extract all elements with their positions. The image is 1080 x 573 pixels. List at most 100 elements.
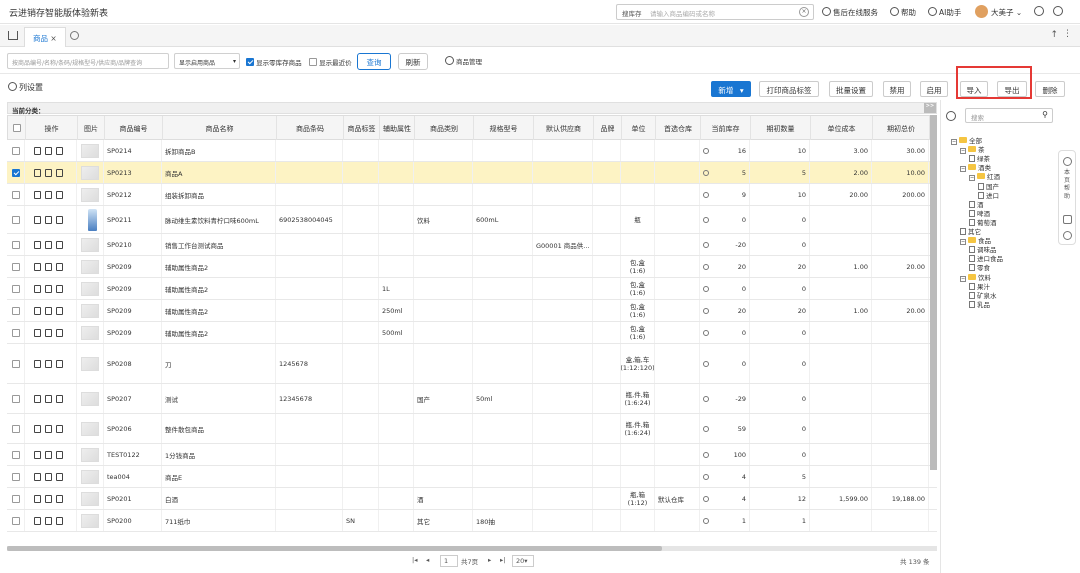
trash-icon[interactable] [56,328,63,337]
row-checkbox[interactable] [7,300,25,321]
vertical-scrollbar[interactable] [930,115,937,470]
copy-icon[interactable] [45,450,52,459]
copy-icon[interactable] [45,494,52,503]
trash-icon[interactable] [56,424,63,433]
edit-icon[interactable] [34,262,41,271]
global-search[interactable]: 搜库存 请输入商品编码或名称 × [616,4,814,20]
page-size-select[interactable]: 20▾ [512,555,534,567]
trash-icon[interactable] [56,190,63,199]
print-label-button[interactable]: 打印商品标签 [759,81,819,97]
search-icon[interactable] [703,517,709,524]
tree-search-input[interactable]: 搜索 ⚲ [965,108,1053,123]
search-icon[interactable] [703,216,709,223]
collapse-icon[interactable]: ↑ [1050,30,1058,40]
row-checkbox[interactable] [7,322,25,343]
copy-icon[interactable] [45,262,52,271]
edit-icon[interactable] [34,168,41,177]
trash-icon[interactable] [56,394,63,403]
checkbox-icon[interactable] [11,190,20,199]
column-header[interactable]: 当前库存 [701,116,751,141]
table-row[interactable]: SP0200 711纸巾 SN 其它 180抽 1 1 [7,510,937,532]
table-row[interactable]: SP0210 销售工作台测试商品 G00001 商品供... -20 0 [7,234,937,256]
trash-icon[interactable] [56,146,63,155]
search-icon[interactable] [703,241,709,248]
checkbox-icon[interactable] [11,494,20,503]
trash-icon[interactable] [56,516,63,525]
expand-tree-button[interactable]: >> [924,103,936,113]
checkbox-icon[interactable] [11,328,20,337]
scroll-thumb[interactable] [7,546,662,551]
product-image[interactable] [77,278,104,299]
row-checkbox[interactable] [7,278,25,299]
checkbox-icon[interactable] [11,215,20,224]
logout-icon[interactable] [1034,6,1044,16]
table-row[interactable]: SP0214 拆卸商品B 16 10 3.00 30.00 [7,140,937,162]
copy-icon[interactable] [45,394,52,403]
table-row[interactable]: TEST0122 1分钱商品 100 0 [7,444,937,466]
checkbox-checked-icon[interactable] [246,58,254,66]
copy-icon[interactable] [45,215,52,224]
select-all-checkbox[interactable] [8,116,26,141]
next-page-icon[interactable]: ▸ [488,556,491,564]
close-icon[interactable]: × [50,34,56,43]
table-row[interactable]: SP0207 测试 12345678 国产 50ml 瓶,件,箱(1:6:24) -29 0 [7,384,937,414]
keyword-input[interactable]: 按商品编号/名称/条码/规格型号/供应商/品牌查询 [7,53,169,69]
page-help-label[interactable]: 本页帮助 [1064,169,1072,201]
toggle-icon[interactable]: − [960,275,966,282]
edit-icon[interactable] [34,146,41,155]
ai-assistant-link[interactable]: AI助手 [928,7,961,18]
column-header[interactable]: 操作 [26,116,78,141]
edit-icon[interactable] [34,215,41,224]
page-input[interactable]: 1 [440,555,458,567]
row-checkbox[interactable] [7,206,25,233]
goods-manage-link[interactable]: 商品管理 [445,56,482,66]
product-image[interactable] [77,344,104,383]
trash-icon[interactable] [56,472,63,481]
search-icon[interactable] [703,395,709,402]
column-header[interactable]: 辅助属性 [380,116,415,141]
copy-icon[interactable] [45,284,52,293]
search-icon[interactable] [703,495,709,502]
row-checkbox[interactable] [7,162,25,183]
home-icon[interactable] [8,31,18,40]
product-image[interactable] [77,300,104,321]
checkbox-icon[interactable] [11,359,20,368]
search-icon[interactable] [703,425,709,432]
column-header[interactable]: 商品编号 [105,116,163,141]
table-row[interactable]: SP0201 白酒 酒 瓶,箱(1:12) 默认仓库 4 12 1,599.00 19,188.… [7,488,937,510]
checkbox-icon[interactable] [12,124,21,132]
trash-icon[interactable] [56,359,63,368]
edit-icon[interactable] [34,306,41,315]
checkbox-icon[interactable] [11,168,20,177]
column-header[interactable]: 商品条码 [277,116,344,141]
product-image[interactable] [77,466,104,487]
column-settings[interactable]: 列设置 [8,82,43,93]
column-header[interactable]: 品牌 [594,116,622,141]
show-recent-price-checkbox[interactable]: 显示最近价 [309,57,352,67]
row-checkbox[interactable] [7,414,25,443]
toggle-icon[interactable]: − [951,139,957,145]
search-input[interactable]: 请输入商品编码或名称 [650,8,715,18]
checkbox-icon[interactable] [309,58,317,66]
column-header[interactable]: 期初总价 [873,116,930,141]
play-icon[interactable] [1063,231,1072,240]
tree-settings-icon[interactable] [946,111,956,121]
table-row[interactable]: SP0209 辅助属性商品2 500ml 包,盒(1:6) 0 0 [7,322,937,344]
first-page-icon[interactable]: |◂ [412,556,417,564]
enable-button[interactable]: 启用 [920,81,948,97]
column-header[interactable]: 规格型号 [474,116,534,141]
batch-settings-button[interactable]: 批量设置 [829,81,873,97]
delete-button[interactable]: 删除 [1035,81,1065,97]
column-header[interactable]: 期初数量 [751,116,811,141]
horizontal-scrollbar[interactable] [7,546,937,551]
table-row[interactable]: SP0209 辅助属性商品2 包,盒(1:6) 20 20 1.00 20.00 [7,256,937,278]
column-header[interactable]: 图片 [78,116,105,141]
product-image[interactable] [77,322,104,343]
service-link[interactable]: 售后在线服务 [822,7,878,18]
row-checkbox[interactable] [7,444,25,465]
column-header[interactable]: 首选仓库 [656,116,701,141]
search-scope-label[interactable]: 搜库存 [622,8,642,18]
copy-icon[interactable] [45,472,52,481]
row-checkbox[interactable] [7,184,25,205]
disable-button[interactable]: 禁用 [883,81,911,97]
